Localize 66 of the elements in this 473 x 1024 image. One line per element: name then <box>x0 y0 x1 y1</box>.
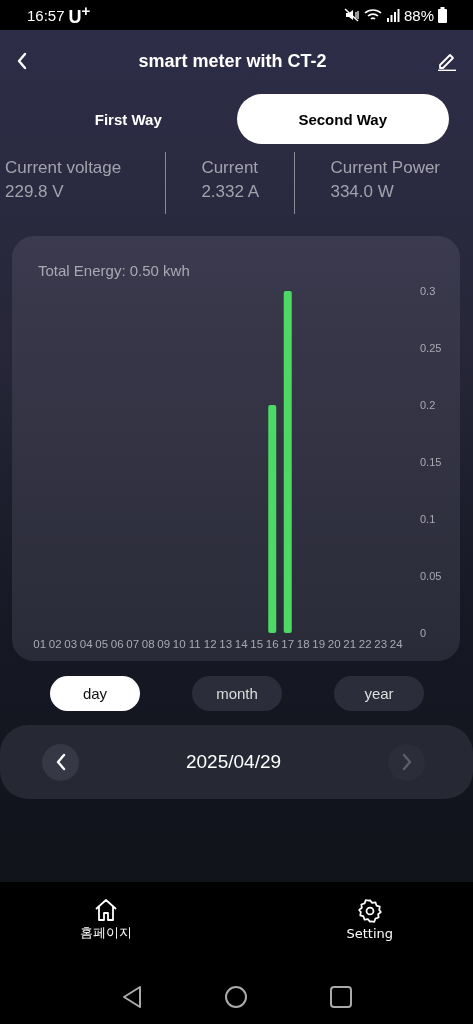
battery-percent: 88% <box>403 6 434 24</box>
x-axis-label: 13 <box>219 638 233 650</box>
nav-item[interactable]: Setting <box>346 898 393 970</box>
x-axis-label: 07 <box>126 638 140 650</box>
nav-label: Setting <box>346 926 393 941</box>
x-axis-label: 04 <box>79 638 93 650</box>
recents-nav-icon[interactable] <box>328 985 353 1009</box>
back-nav-icon[interactable] <box>120 985 143 1009</box>
nav-label: 홈페이지 <box>80 924 132 942</box>
x-axis-label: 18 <box>296 638 310 650</box>
x-axis-label: 02 <box>48 638 62 650</box>
y-axis-label: 0.15 <box>420 456 442 468</box>
x-axis-label: 12 <box>203 638 217 650</box>
signal-icon <box>385 8 400 22</box>
reading-value: 334.0 W <box>330 182 395 202</box>
home-icon <box>93 898 119 922</box>
carrier-label: U$^{+}$ <box>68 2 91 28</box>
page-title: smart meter with CT-2 <box>138 50 327 72</box>
back-icon <box>16 52 28 70</box>
pencil-icon <box>437 51 457 71</box>
x-axis-label: 05 <box>95 638 109 650</box>
reading-label: Current Power <box>330 158 442 178</box>
date-label: 2025/04/29 <box>185 751 282 773</box>
home-nav-icon[interactable] <box>223 985 248 1009</box>
x-axis-label: 11 <box>188 638 201 650</box>
y-axis-label: 0.2 <box>420 399 436 411</box>
x-axis-label: 21 <box>343 638 357 650</box>
x-axis-label: 24 <box>389 638 403 650</box>
period-toggle[interactable]: year <box>334 676 424 711</box>
x-axis-label: 19 <box>312 638 326 650</box>
chevron-right-icon <box>400 753 413 771</box>
chevron-left-icon <box>54 753 67 771</box>
reading-value: 2.332 A <box>201 182 261 202</box>
x-axis-label: 15 <box>250 638 264 650</box>
x-axis-label: 16 <box>265 638 279 650</box>
wifi-icon <box>363 8 382 22</box>
reading-label: Current voltage <box>5 158 123 178</box>
x-axis-label: 08 <box>141 638 155 650</box>
y-axis-label: 0.3 <box>420 285 436 297</box>
period-toggle[interactable]: month <box>192 676 282 711</box>
x-axis-label: 06 <box>110 638 124 650</box>
status-time: 16:57 <box>27 6 65 24</box>
period-toggle[interactable]: day <box>50 676 140 711</box>
x-axis-label: 20 <box>327 638 341 650</box>
x-axis-label: 01 <box>33 638 47 650</box>
mute-icon <box>343 8 360 22</box>
reading-value: 229.8 V <box>5 182 65 202</box>
previous-date-button[interactable] <box>42 743 79 781</box>
battery-icon <box>438 7 447 23</box>
x-axis-label: 10 <box>172 638 186 650</box>
x-axis-label: 17 <box>281 638 295 650</box>
settings-icon <box>356 898 383 924</box>
reading-label: Current <box>201 158 260 178</box>
tab[interactable]: First Way <box>22 94 235 144</box>
x-axis-label: 23 <box>374 638 388 650</box>
x-axis-label: 14 <box>234 638 248 650</box>
y-axis-label: 0.05 <box>420 570 442 582</box>
total-energy-label: Total Energy: 0.50 kwh <box>38 262 190 279</box>
nav-item[interactable]: 홈페이지 <box>80 898 132 970</box>
x-axis-label: 03 <box>64 638 78 650</box>
x-axis-label: 22 <box>358 638 372 650</box>
tab[interactable]: Second Way <box>236 94 449 144</box>
x-axis-label: 09 <box>157 638 171 650</box>
y-axis-label: 0.1 <box>420 513 436 525</box>
y-axis-label: 0 <box>420 627 427 639</box>
y-axis-label: 0.25 <box>420 342 442 354</box>
